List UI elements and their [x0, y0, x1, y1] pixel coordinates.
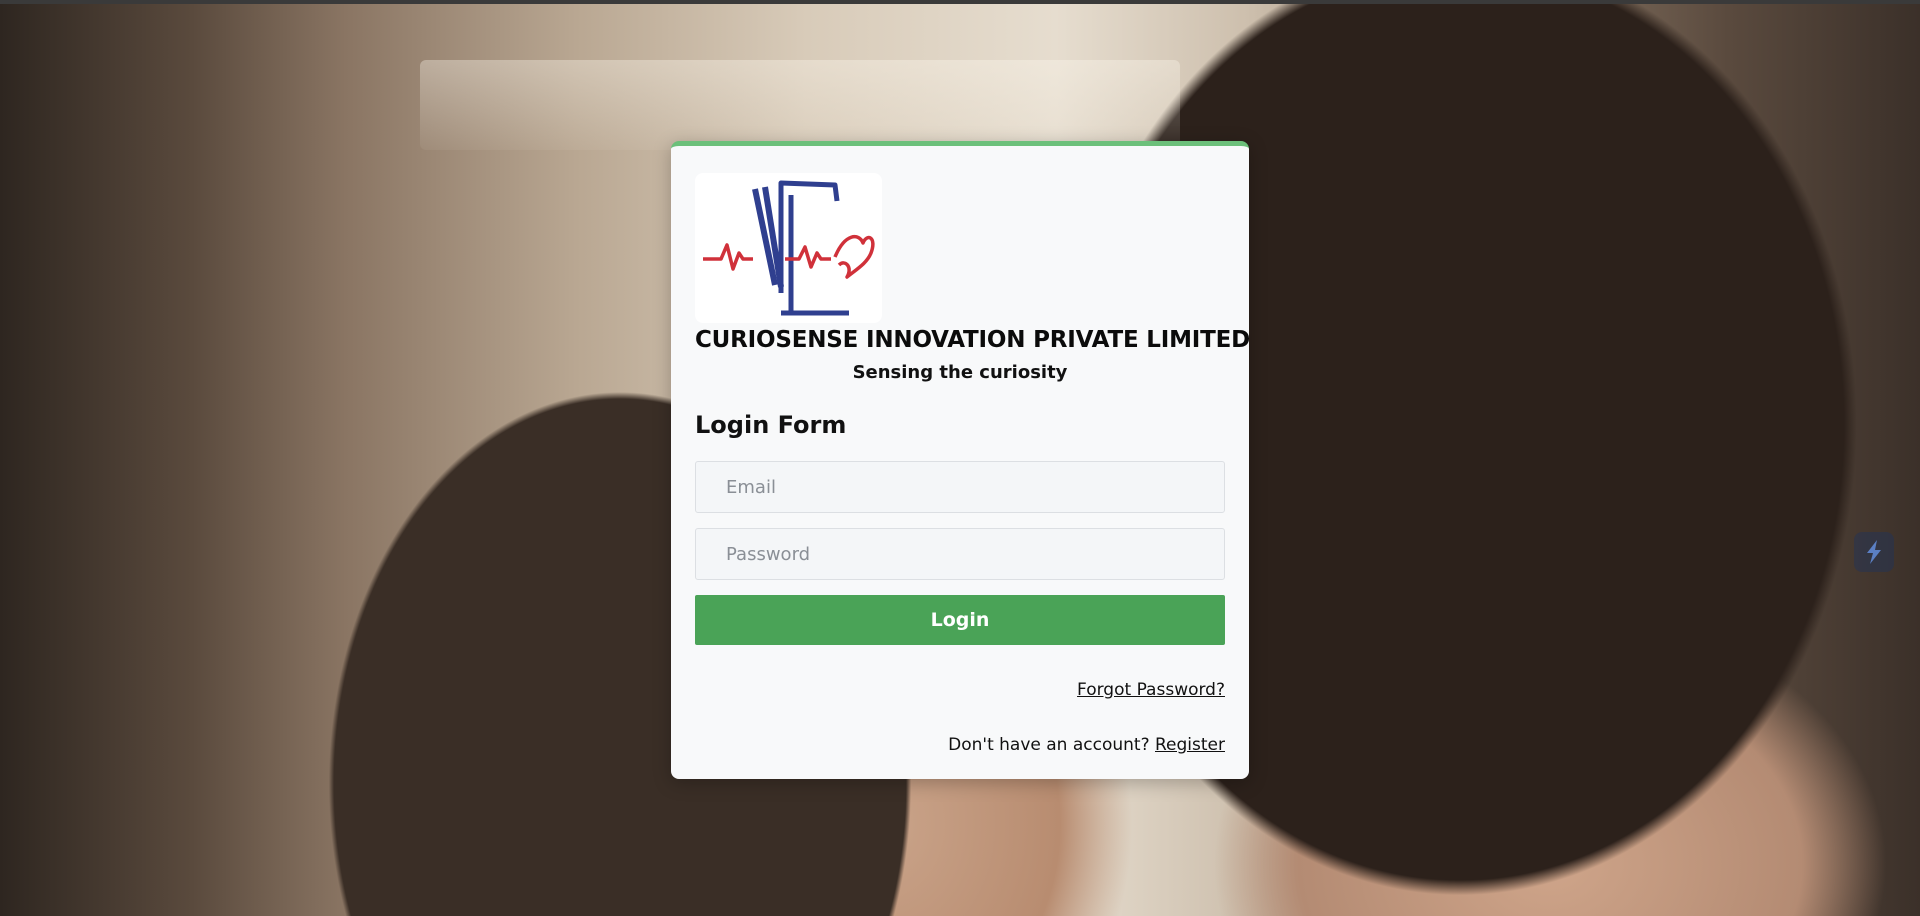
register-prompt-text: Don't have an account?: [948, 735, 1150, 755]
password-field[interactable]: [695, 528, 1225, 580]
background-window-light: [420, 60, 1180, 150]
login-button[interactable]: Login: [695, 595, 1225, 645]
register-link[interactable]: Register: [1155, 735, 1225, 755]
login-page: CURIOSENSE INNOVATION PRIVATE LIMITED Se…: [0, 0, 1920, 916]
company-tagline: Sensing the curiosity: [852, 362, 1068, 383]
login-card: CURIOSENSE INNOVATION PRIVATE LIMITED Se…: [671, 141, 1251, 779]
browser-top-strip: [0, 0, 1920, 4]
curiosense-heartbeat-logo: [703, 180, 875, 316]
lightning-icon: [1867, 540, 1881, 564]
company-name: CURIOSENSE INNOVATION PRIVATE LIMITED: [695, 327, 1251, 353]
side-widget-button[interactable]: [1854, 532, 1894, 572]
form-title: Login Form: [695, 411, 847, 439]
company-logo: [695, 173, 882, 323]
email-field[interactable]: [695, 461, 1225, 513]
forgot-password-link[interactable]: Forgot Password?: [1077, 680, 1225, 700]
register-prompt: Don't have an account? Register: [948, 735, 1225, 755]
